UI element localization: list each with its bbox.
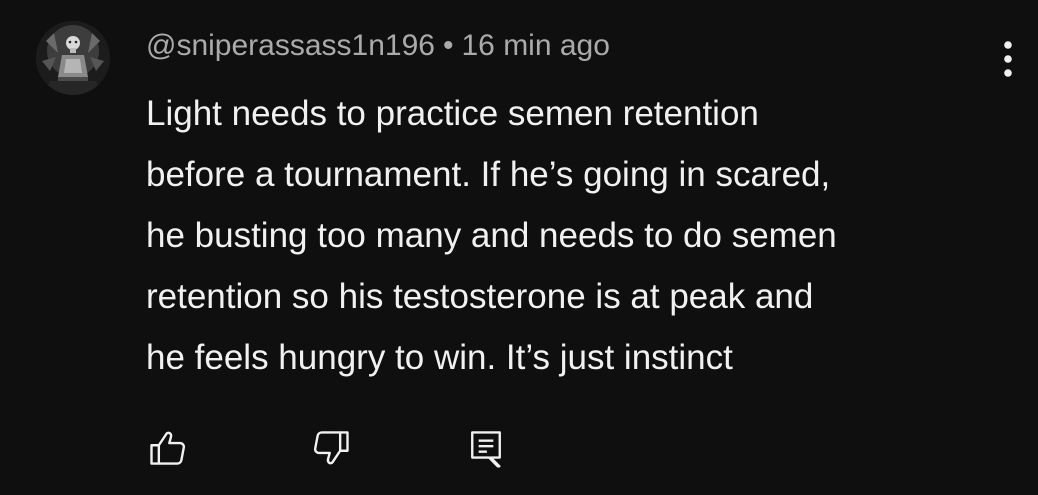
comment-header: @sniperassass1n196 • 16 min ago	[146, 28, 610, 64]
avatar-image	[36, 21, 110, 95]
comment-text-line: he feels hungry to win. It’s just instin…	[146, 338, 733, 377]
reply-button[interactable]	[458, 420, 514, 476]
more-vertical-icon	[1004, 41, 1012, 77]
comment-text: Light needs to practice semen retention …	[146, 83, 986, 388]
comment: @sniperassass1n196 • 16 min ago Light need…	[0, 0, 1038, 495]
reply-comment-icon	[471, 431, 501, 468]
separator-dot: •	[442, 29, 454, 62]
author-handle[interactable]: @sniperassass1n196	[146, 29, 435, 62]
comment-timestamp[interactable]: 16 min ago	[461, 29, 609, 62]
comment-text-line: retention so his testosterone is at peak…	[146, 277, 814, 316]
like-button[interactable]	[140, 420, 196, 476]
dislike-button[interactable]	[303, 420, 359, 476]
thumbs-up-icon	[150, 431, 186, 465]
comment-text-line: he busting too many and needs to do seme…	[146, 216, 837, 255]
thumbs-down-icon	[313, 431, 349, 465]
avatar[interactable]	[36, 21, 110, 95]
comment-text-line: before a tournament. If he’s going in sc…	[146, 155, 831, 194]
comment-text-line: Light needs to practice semen retention	[146, 94, 759, 133]
comment-actions	[0, 420, 1038, 476]
more-options-button[interactable]	[990, 36, 1026, 82]
